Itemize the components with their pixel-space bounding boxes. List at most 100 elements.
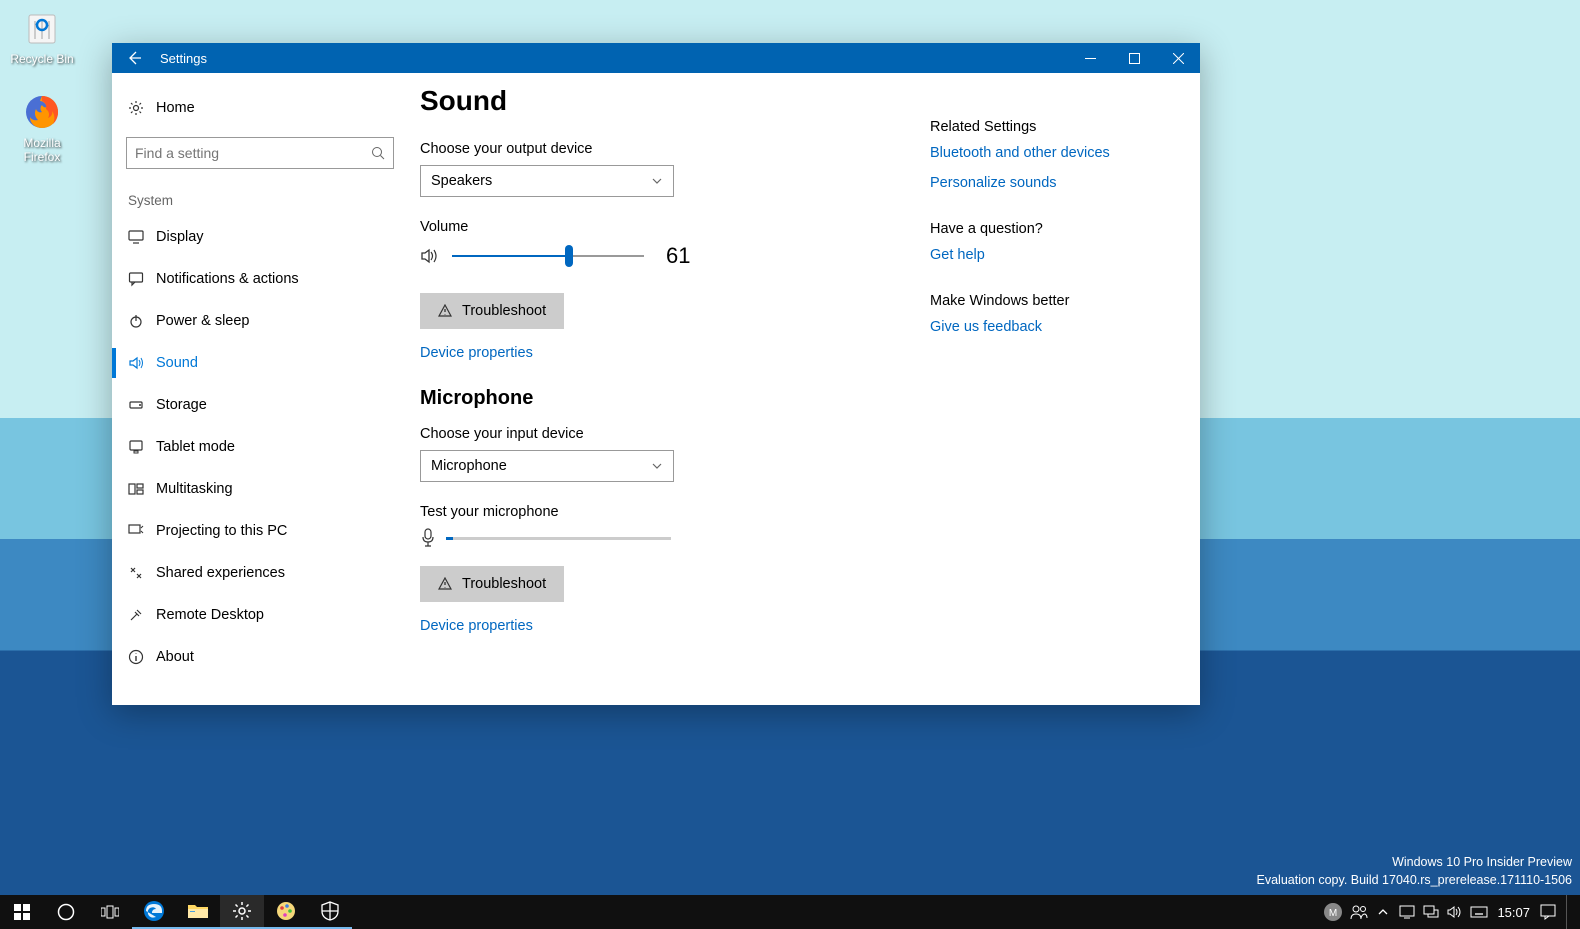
taskbar-edge[interactable] (132, 895, 176, 929)
window-titlebar[interactable]: Settings (112, 43, 1200, 73)
search-input[interactable] (135, 145, 371, 161)
sidebar-item-label: Notifications & actions (156, 271, 299, 287)
sidebar-item-label: Display (156, 229, 204, 245)
sidebar-item-storage[interactable]: Storage (112, 384, 408, 426)
sidebar-item-shared[interactable]: Shared experiences (112, 552, 408, 594)
taskbar-paint[interactable] (264, 895, 308, 929)
tray-people[interactable] (1349, 895, 1369, 929)
people-icon (1350, 904, 1368, 920)
input-device-label: Choose your input device (420, 426, 930, 442)
user-avatar-icon: M (1323, 902, 1343, 922)
taskbar-settings[interactable] (220, 895, 264, 929)
personalize-sounds-link[interactable]: Personalize sounds (930, 175, 1160, 191)
troubleshoot-output-button[interactable]: Troubleshoot (420, 293, 564, 329)
sidebar-item-display[interactable]: Display (112, 216, 408, 258)
volume-label: Volume (420, 219, 930, 235)
system-tray: M 15:07 (1313, 895, 1580, 929)
sidebar-item-tablet[interactable]: Tablet mode (112, 426, 408, 468)
question-heading: Have a question? (930, 221, 1160, 237)
related-settings-heading: Related Settings (930, 119, 1160, 135)
task-view-icon (101, 905, 119, 919)
volume-slider-thumb[interactable] (565, 245, 573, 267)
output-device-properties-link[interactable]: Device properties (420, 345, 930, 361)
chevron-down-icon (651, 175, 663, 187)
sidebar-item-power[interactable]: Power & sleep (112, 300, 408, 342)
sidebar-item-notifications[interactable]: Notifications & actions (112, 258, 408, 300)
sidebar-item-label: Sound (156, 355, 198, 371)
message-icon (128, 271, 156, 287)
taskbar-file-explorer[interactable] (176, 895, 220, 929)
warning-icon (438, 577, 452, 591)
sidebar-item-label: Storage (156, 397, 207, 413)
microphone-heading: Microphone (420, 387, 930, 410)
shared-icon (128, 565, 156, 581)
sidebar-item-multitask[interactable]: Multitasking (112, 468, 408, 510)
cast-icon (1399, 905, 1415, 919)
close-button[interactable] (1156, 43, 1200, 73)
storage-icon (128, 397, 156, 413)
sidebar-item-label: Shared experiences (156, 565, 285, 581)
speaker-icon (1447, 905, 1463, 919)
tray-volume[interactable] (1445, 895, 1465, 929)
gear-icon (232, 901, 252, 921)
watermark-line2: Evaluation copy. Build 17040.rs_prerelea… (1257, 872, 1573, 890)
page-title: Sound (420, 85, 930, 117)
output-device-dropdown[interactable]: Speakers (420, 165, 674, 197)
output-device-value: Speakers (431, 173, 492, 189)
get-help-link[interactable]: Get help (930, 247, 1160, 263)
project-icon (128, 523, 156, 539)
warning-icon (438, 304, 452, 318)
output-device-label: Choose your output device (420, 141, 930, 157)
gear-icon (128, 100, 156, 116)
tray-connect[interactable] (1397, 895, 1417, 929)
taskbar-security[interactable] (308, 895, 352, 929)
maximize-button[interactable] (1112, 43, 1156, 73)
input-device-dropdown[interactable]: Microphone (420, 450, 674, 482)
desktop-icon-firefox[interactable]: Mozilla Firefox (4, 86, 80, 165)
volume-slider[interactable] (452, 255, 644, 257)
sidebar-item-label: Tablet mode (156, 439, 235, 455)
tray-action-center[interactable] (1538, 895, 1558, 929)
sidebar-item-label: Remote Desktop (156, 607, 264, 623)
minimize-icon (1085, 53, 1096, 64)
tray-network[interactable] (1421, 895, 1441, 929)
sidebar-home[interactable]: Home (112, 87, 408, 129)
show-desktop-button[interactable] (1566, 895, 1572, 929)
desktop-wallpaper[interactable]: Recycle Bin Mozilla Firefox Windows 10 P… (0, 0, 1580, 929)
input-device-properties-link[interactable]: Device properties (420, 618, 930, 634)
notification-icon (1540, 904, 1556, 920)
sidebar-item-about[interactable]: About (112, 636, 408, 678)
sidebar-item-projecting[interactable]: Projecting to this PC (112, 510, 408, 552)
settings-content: Sound Choose your output device Speakers… (408, 73, 1200, 705)
shield-icon (321, 901, 339, 921)
firefox-icon (18, 86, 66, 134)
cortana-button[interactable] (44, 895, 88, 929)
windows-icon (14, 904, 30, 920)
search-icon (371, 146, 385, 160)
tray-clock[interactable]: 15:07 (1493, 905, 1534, 920)
info-icon (128, 649, 156, 665)
svg-text:M: M (1329, 908, 1337, 919)
sidebar-group-label: System (112, 183, 408, 216)
feedback-link[interactable]: Give us feedback (930, 319, 1160, 335)
settings-window: Settings Home (112, 43, 1200, 705)
sidebar-item-sound[interactable]: Sound (112, 342, 408, 384)
chevron-down-icon (651, 460, 663, 472)
tray-chevron[interactable] (1373, 895, 1393, 929)
back-button[interactable] (112, 43, 156, 73)
minimize-button[interactable] (1068, 43, 1112, 73)
tray-keyboard[interactable] (1469, 895, 1489, 929)
bluetooth-link[interactable]: Bluetooth and other devices (930, 145, 1160, 161)
start-button[interactable] (0, 895, 44, 929)
troubleshoot-input-button[interactable]: Troubleshoot (420, 566, 564, 602)
desktop-icon-recycle-bin[interactable]: Recycle Bin (4, 2, 80, 66)
input-device-value: Microphone (431, 458, 507, 474)
volume-speaker-icon (420, 246, 442, 266)
tray-user[interactable]: M (1321, 895, 1345, 929)
multitasking-icon (128, 481, 156, 497)
task-view-button[interactable] (88, 895, 132, 929)
mic-level-fill (446, 537, 453, 540)
chevron-up-icon (1377, 906, 1389, 918)
search-input-wrap[interactable] (126, 137, 394, 169)
sidebar-item-remote[interactable]: Remote Desktop (112, 594, 408, 636)
